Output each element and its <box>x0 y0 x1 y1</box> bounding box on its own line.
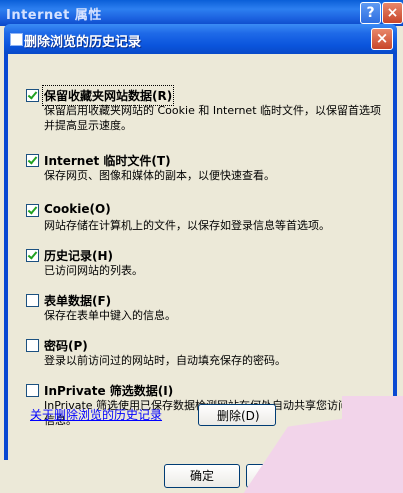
option-label: 表单数据(F) <box>44 294 112 308</box>
option-description: 登录以前访问过的网站时，自动填充保存的密码。 <box>44 354 286 367</box>
dialog-app-icon <box>10 33 23 46</box>
option-label: 密码(P) <box>44 339 88 353</box>
checkbox-inprivate-filtering[interactable] <box>26 384 39 397</box>
about-delete-history-link[interactable]: 关于删除浏览的历史记录 <box>30 406 162 423</box>
option-label: Cookie(O) <box>44 202 111 216</box>
help-button[interactable]: ? <box>360 2 381 24</box>
delete-history-dialog: 删除浏览的历史记录 × 保留收藏夹网站数据(R) 保留启用收藏夹网站的 Cook… <box>4 24 397 460</box>
checkbox-preserve-favorites[interactable] <box>26 89 39 102</box>
option-description: 已访问网站的列表。 <box>44 264 143 277</box>
option-description: 网站存储在计算机上的文件，以保存如登录信息等首选项。 <box>44 219 330 232</box>
outer-title-bar: Internet 属性 ? × <box>0 0 403 26</box>
dialog-body: 保留收藏夹网站数据(R) 保留启用收藏夹网站的 Cookie 和 Interne… <box>8 54 393 460</box>
ok-button[interactable]: 确定 <box>164 464 240 488</box>
checkbox-form-data[interactable] <box>26 294 39 307</box>
outer-window-title: Internet 属性 <box>6 8 102 23</box>
dialog-title: 删除浏览的历史记录 <box>24 35 142 50</box>
option-description: 保存网页、图像和媒体的副本，以便快速查看。 <box>44 169 275 182</box>
delete-button[interactable]: 删除(D) <box>198 404 276 426</box>
dialog-title-bar: 删除浏览的历史记录 × <box>4 24 397 54</box>
option-label: InPrivate 筛选数据(I) <box>44 384 174 398</box>
option-description: 保存在表单中键入的信息。 <box>44 309 176 322</box>
checkbox-cookies[interactable] <box>26 204 39 217</box>
outer-close-button[interactable]: × <box>382 2 403 24</box>
checkbox-passwords[interactable] <box>26 339 39 352</box>
option-description: 保留启用收藏夹网站的 Cookie 和 Internet 临时文件，以保留首选项… <box>44 104 381 132</box>
option-label: 历史记录(H) <box>44 249 114 263</box>
checkbox-history[interactable] <box>26 249 39 262</box>
option-label: Internet 临时文件(T) <box>44 154 171 168</box>
dialog-close-button[interactable]: × <box>371 28 393 50</box>
checkbox-temp-files[interactable] <box>26 154 39 167</box>
option-label: 保留收藏夹网站数据(R) <box>41 85 175 106</box>
